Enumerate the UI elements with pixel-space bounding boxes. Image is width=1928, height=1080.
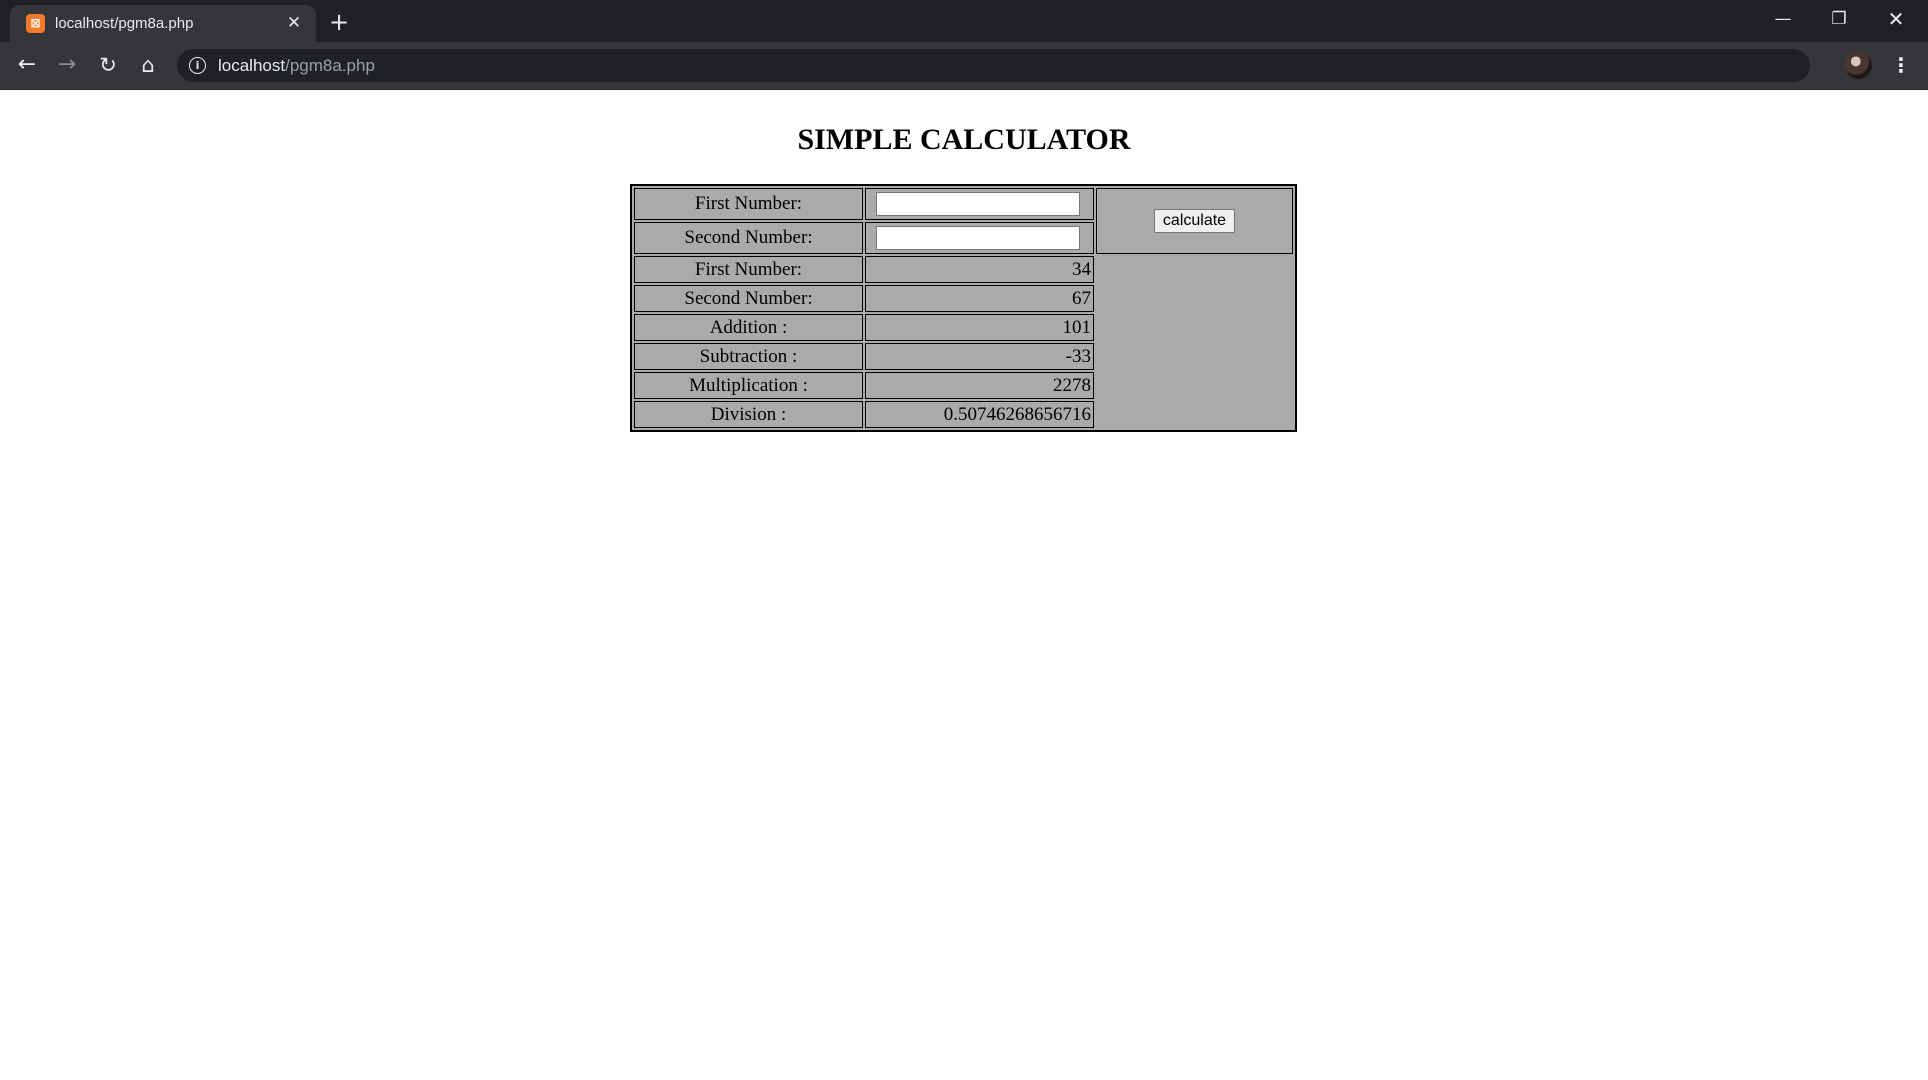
home-icon[interactable]: ⌂ <box>133 50 163 80</box>
url-text[interactable]: localhost/pgm8a.php <box>218 55 375 76</box>
calculator-table: First Number: calculate Second Number: F… <box>630 184 1297 432</box>
result-label-second-number: Second Number: <box>634 285 863 312</box>
page-title: SIMPLE CALCULATOR <box>797 123 1131 156</box>
calculate-button[interactable]: calculate <box>1153 209 1236 233</box>
restore-button[interactable]: ❐ <box>1816 4 1862 34</box>
result-label-multiplication: Multiplication : <box>634 372 863 399</box>
input-row-first: First Number: calculate <box>634 188 1293 254</box>
forward-arrow-icon[interactable]: → <box>52 50 82 80</box>
close-tab-icon[interactable]: ✕ <box>283 12 305 34</box>
minimize-button[interactable]: — <box>1760 4 1806 34</box>
reload-icon[interactable]: ↻ <box>93 50 123 80</box>
profile-avatar[interactable] <box>1845 52 1872 79</box>
result-label-first-number: First Number: <box>634 256 863 283</box>
result-value-first-number: 34 <box>865 256 1094 283</box>
browser-toolbar: ← → ↻ ⌂ i localhost/pgm8a.php ☆ ⋮ <box>0 42 1928 90</box>
back-arrow-icon[interactable]: ← <box>12 50 42 80</box>
result-row: First Number: 34 <box>634 256 1293 428</box>
browser-titlebar: ⊠ localhost/pgm8a.php ✕ + — ❐ ✕ <box>0 0 1928 42</box>
first-number-cell <box>865 188 1094 220</box>
second-number-cell <box>865 222 1094 254</box>
result-value-multiplication: 2278 <box>865 372 1094 399</box>
browser-tab[interactable]: ⊠ localhost/pgm8a.php ✕ <box>10 5 316 42</box>
url-path: /pgm8a.php <box>285 56 375 75</box>
xampp-icon: ⊠ <box>26 14 45 33</box>
new-tab-button[interactable]: + <box>326 9 352 35</box>
page-content: SIMPLE CALCULATOR First Number: calculat… <box>0 90 1928 1080</box>
empty-cell <box>1096 256 1293 428</box>
info-icon[interactable]: i <box>189 57 206 74</box>
calculate-cell: calculate <box>1096 188 1293 254</box>
url-host: localhost <box>218 56 286 75</box>
result-label-addition: Addition : <box>634 314 863 341</box>
result-value-subtraction: -33 <box>865 343 1094 370</box>
first-number-input[interactable] <box>876 192 1080 216</box>
window-close-button[interactable]: ✕ <box>1873 4 1919 34</box>
result-label-division: Division : <box>634 401 863 428</box>
first-number-label: First Number: <box>634 188 863 220</box>
address-bar[interactable]: i localhost/pgm8a.php ☆ <box>177 49 1810 82</box>
result-label-subtraction: Subtraction : <box>634 343 863 370</box>
result-value-addition: 101 <box>865 314 1094 341</box>
result-value-second-number: 67 <box>865 285 1094 312</box>
tab-title: localhost/pgm8a.php <box>55 15 194 32</box>
result-value-division: 0.50746268656716 <box>865 401 1094 428</box>
second-number-input[interactable] <box>876 226 1080 250</box>
kebab-menu-icon[interactable]: ⋮ <box>1891 50 1911 80</box>
second-number-label: Second Number: <box>634 222 863 254</box>
